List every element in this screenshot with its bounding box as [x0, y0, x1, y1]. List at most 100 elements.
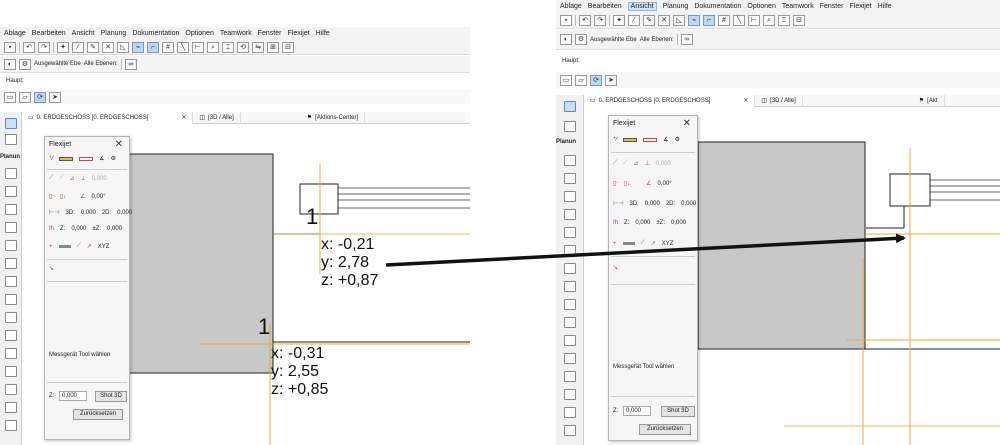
- angle-tool-icon[interactable]: ∡: [99, 155, 104, 162]
- menu-ablage[interactable]: Ablage: [4, 30, 26, 37]
- menu-optionen[interactable]: Optionen: [185, 30, 213, 37]
- undo-icon[interactable]: ↶: [23, 41, 35, 53]
- triangle-icon[interactable]: ◺: [673, 15, 685, 26]
- close-icon[interactable]: ✕: [115, 139, 123, 150]
- arrow-tool-icon[interactable]: [564, 101, 576, 112]
- menu-planung[interactable]: Planung: [101, 30, 127, 37]
- menu-dokumentation[interactable]: Dokumentation: [694, 3, 741, 10]
- menu-fenster[interactable]: Fenster: [820, 3, 844, 10]
- menu-flexijet[interactable]: Flexijet: [849, 3, 871, 10]
- transform-icon[interactable]: ⌶: [222, 41, 234, 53]
- roof-tool-icon[interactable]: [564, 281, 576, 292]
- angle-tool-icon[interactable]: ∡: [663, 136, 668, 143]
- xyz-label[interactable]: XYZ: [98, 244, 110, 250]
- distance-tool-icon[interactable]: [643, 137, 658, 142]
- add-point-icon[interactable]: +: [613, 241, 617, 247]
- triangle-icon[interactable]: ◺: [117, 41, 129, 53]
- save-icon[interactable]: ▪: [4, 41, 16, 53]
- label-tool-icon[interactable]: [564, 425, 576, 436]
- plane-tool-icon[interactable]: ⟋: [49, 175, 53, 182]
- align-icon[interactable]: ⊟: [282, 41, 294, 53]
- curtain-wall-tool-icon[interactable]: [564, 317, 576, 328]
- wall-tool-icon[interactable]: [5, 168, 17, 179]
- menu-optionen[interactable]: Optionen: [747, 3, 775, 10]
- z-input[interactable]: 0,000: [59, 391, 87, 401]
- snap-icon[interactable]: ⌁: [132, 41, 144, 53]
- transform-icon[interactable]: ⌶: [778, 15, 790, 26]
- curtain-wall-tool-icon[interactable]: [5, 330, 17, 341]
- height-tool-icon[interactable]: ⊥: [644, 160, 649, 167]
- menu-ansicht[interactable]: Ansicht: [72, 30, 95, 37]
- layer-settings-icon[interactable]: ⚙: [575, 34, 587, 45]
- eyedropper-icon[interactable]: ⁄: [628, 15, 640, 26]
- menu-bearbeiten[interactable]: Bearbeiten: [588, 3, 622, 10]
- pen-icon[interactable]: ✎: [87, 41, 99, 53]
- orbit-icon[interactable]: ⟳: [34, 91, 46, 103]
- section-view-icon[interactable]: ▱: [575, 74, 587, 86]
- roof-measure-icon[interactable]: ⊿: [69, 175, 74, 182]
- undo-icon[interactable]: ↶: [579, 15, 591, 26]
- door-measure-icon[interactable]: ▯ᐧ: [613, 180, 618, 187]
- stair-tool-icon[interactable]: [564, 335, 576, 346]
- arrow-select-icon[interactable]: ➤: [49, 91, 61, 103]
- grid-icon[interactable]: #: [718, 15, 730, 26]
- diagonal-icon[interactable]: ⟋: [641, 240, 645, 247]
- tab-close-icon[interactable]: ✕: [743, 97, 748, 104]
- slope-tool-icon[interactable]: ⟋: [59, 175, 63, 182]
- add-point-icon[interactable]: +: [49, 244, 53, 250]
- menu-planung[interactable]: Planung: [663, 3, 689, 10]
- tab-3d[interactable]: ◫ [3D / Alle]: [755, 94, 803, 107]
- shot-3d-button[interactable]: Shot 3D: [661, 406, 695, 417]
- lamp-tool-icon[interactable]: [564, 389, 576, 400]
- transfer-icon[interactable]: ↘: [49, 265, 54, 272]
- orbit-icon[interactable]: ⟳: [590, 74, 602, 86]
- object-tool-icon[interactable]: [5, 222, 17, 233]
- menu-hilfe[interactable]: Hilfe: [316, 30, 330, 37]
- menu-ansicht[interactable]: Ansicht: [627, 2, 657, 11]
- mirror-icon[interactable]: ⇋: [252, 41, 264, 53]
- tab-close-icon[interactable]: ✕: [181, 114, 186, 121]
- close-icon[interactable]: ✕: [683, 118, 691, 129]
- beam-tool-icon[interactable]: [5, 258, 17, 269]
- height-tool-icon[interactable]: ⊥: [80, 175, 85, 182]
- layer-visibility-icon[interactable]: ◐: [4, 58, 16, 70]
- object-tool-icon[interactable]: [564, 209, 576, 220]
- snap-icon[interactable]: ⌁: [688, 15, 700, 26]
- tab-actions-center[interactable]: ⚑ [Akt: [913, 94, 945, 107]
- beam-tool-icon[interactable]: [564, 245, 576, 256]
- diagonal-icon[interactable]: ⟋: [77, 243, 81, 250]
- line-measure-icon[interactable]: [58, 245, 71, 248]
- link-icon[interactable]: ∞: [680, 34, 693, 45]
- zoom-icon[interactable]: ⌕: [207, 41, 219, 53]
- length-icon[interactable]: ⊢⊣: [49, 209, 59, 216]
- tape-tool-icon[interactable]: [59, 156, 74, 161]
- tape-tool-icon[interactable]: [623, 137, 638, 142]
- settings-gear-icon[interactable]: ⚙: [675, 136, 680, 143]
- morph-tool-icon[interactable]: [564, 371, 576, 382]
- tab-floor-plan[interactable]: ▭ 0. ERDGESCHOSS [0. ERDGESCHOSS] ✕: [584, 94, 756, 107]
- railing-tool-icon[interactable]: [5, 366, 17, 377]
- menu-flexijet[interactable]: Flexijet: [287, 30, 309, 37]
- marquee-tool-icon[interactable]: [5, 134, 17, 145]
- column-measure-icon[interactable]: ▯↓: [624, 180, 630, 187]
- tab-3d[interactable]: ◫ [3D / Alle]: [193, 111, 241, 124]
- menu-dokumentation[interactable]: Dokumentation: [132, 30, 179, 37]
- menu-ablage[interactable]: Ablage: [560, 3, 582, 10]
- roof-tool-icon[interactable]: [5, 294, 17, 305]
- marquee-tool-icon[interactable]: [564, 121, 576, 132]
- column-tool-icon[interactable]: [564, 227, 576, 238]
- line-measure-icon[interactable]: [622, 242, 635, 245]
- settings-gear-icon[interactable]: ⚙: [111, 155, 116, 162]
- shell-tool-icon[interactable]: [5, 312, 17, 323]
- save-icon[interactable]: ▪: [560, 15, 572, 26]
- slope-tool-icon[interactable]: ⟋: [623, 160, 627, 167]
- pick-icon[interactable]: ✦: [613, 15, 625, 26]
- angle-value-icon[interactable]: ∠: [80, 193, 85, 200]
- stair-tool-icon[interactable]: [5, 348, 17, 359]
- length-icon[interactable]: ⊢⊣: [613, 200, 623, 207]
- layer-settings-icon[interactable]: ⚙: [19, 58, 31, 70]
- zone-tool-icon[interactable]: [564, 407, 576, 418]
- column-tool-icon[interactable]: [5, 240, 17, 251]
- plane-tool-icon[interactable]: ⟋: [613, 160, 617, 167]
- z-input[interactable]: 0,000: [623, 406, 651, 416]
